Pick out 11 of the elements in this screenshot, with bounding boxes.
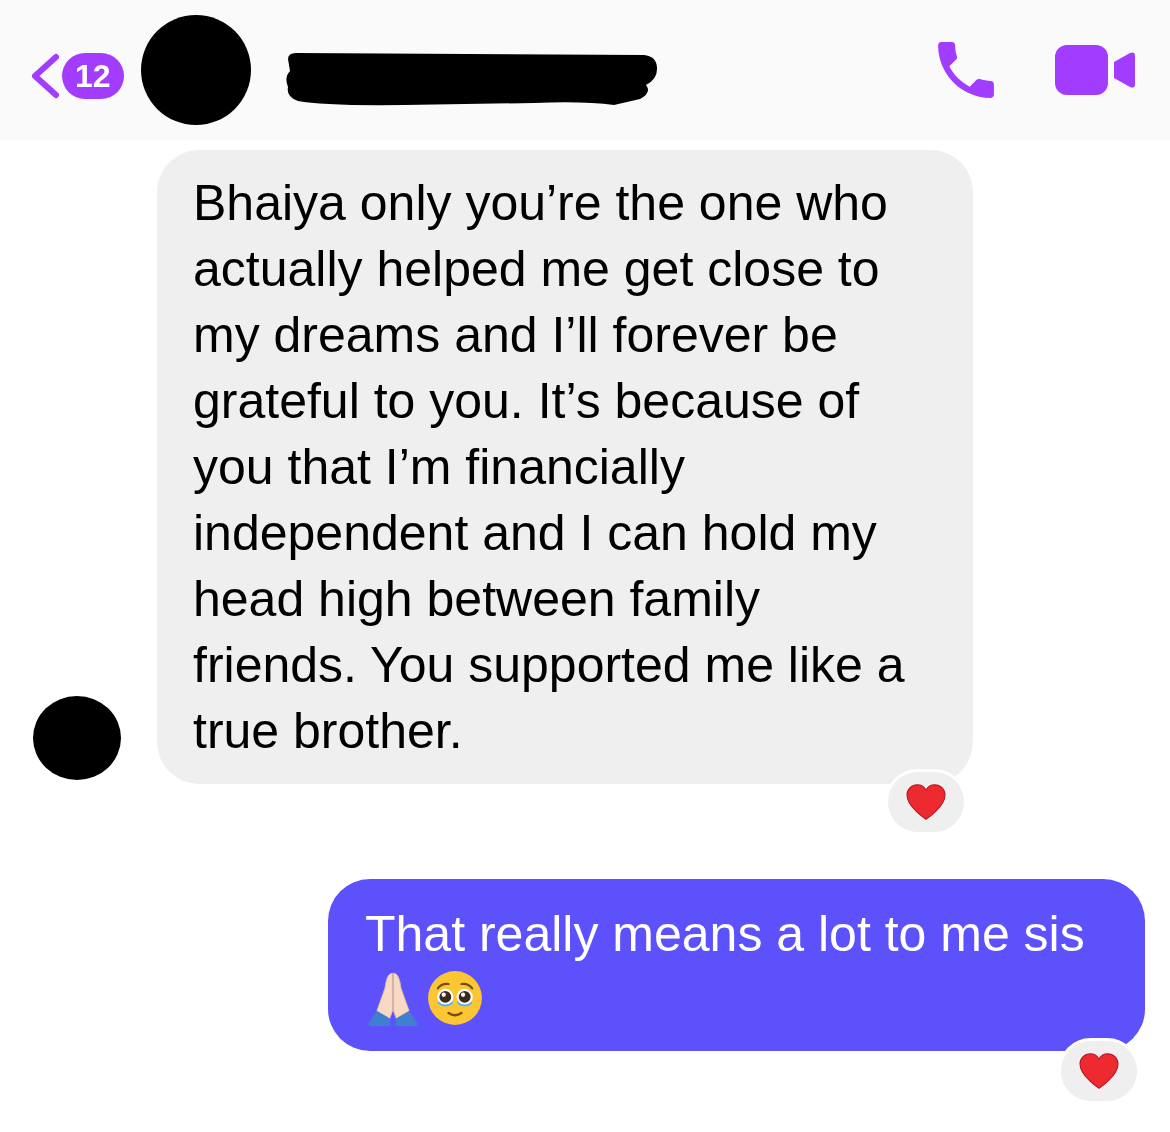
message-text: Bhaiya only you’re the one who actually helped me get close to my dreams and I’ll forever be grateful to you. It’s because of you that I’m financially independent and I can hold my head high between family friends. You supported me like a true brother. — [193, 174, 906, 761]
unread-count-badge: 12 — [62, 53, 124, 99]
phone-icon[interactable] — [935, 39, 997, 101]
message-text: That really means a lot to me sis — [365, 905, 1086, 964]
video-camera-icon[interactable] — [1055, 45, 1135, 95]
tearful-face-icon — [427, 970, 483, 1026]
heart-icon — [905, 783, 947, 821]
chevron-left-icon — [30, 53, 60, 99]
praying-hands-icon — [365, 970, 421, 1026]
heart-icon — [1078, 1052, 1120, 1090]
back-button[interactable]: 12 — [30, 53, 124, 99]
